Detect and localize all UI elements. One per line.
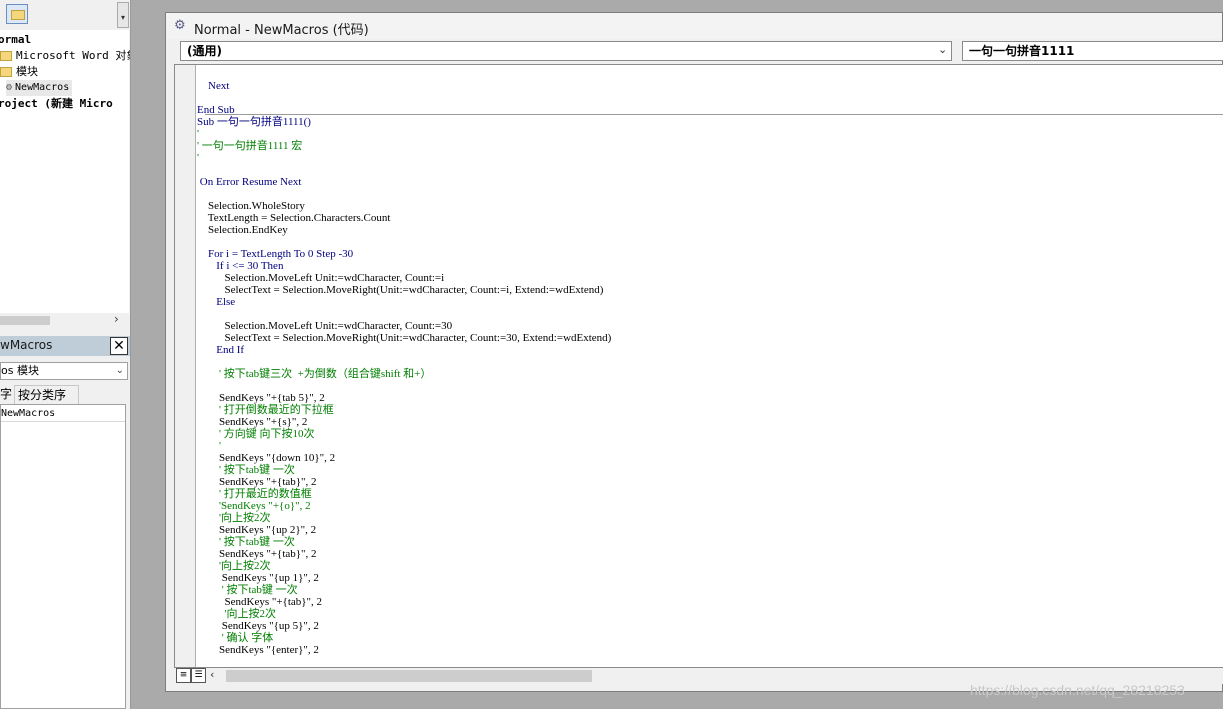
code-line[interactable]: ' [197,128,199,140]
code-line[interactable]: TextLength = Selection.Characters.Count [197,212,391,224]
folder-open-icon [0,67,12,77]
chevron-down-icon: ⌄ [115,365,124,376]
code-line[interactable]: SelectText = Selection.MoveRight(Unit:=w… [197,284,604,296]
code-line[interactable]: ' 方向键 向下按10次 [197,428,314,440]
code-margin-indicator-bar[interactable] [175,65,196,667]
code-line[interactable]: End If [197,344,244,356]
tree-item-modules[interactable]: 模块 [0,64,38,80]
tree-item-label: roject (新建 Micro [0,97,113,110]
code-line[interactable]: SendKeys "{up 1}", 2 [197,572,319,584]
code-line[interactable]: SendKeys "{up 2}", 2 [197,524,316,536]
close-icon: ✕ [113,338,125,354]
property-value: NewMacros [1,408,56,419]
explorer-horizontal-scrollbar[interactable]: › [0,312,129,327]
code-line[interactable]: ' 按下tab键 一次 [197,584,298,596]
code-line[interactable]: SelectText = Selection.MoveRight(Unit:=w… [197,332,612,344]
toggle-folders-button[interactable] [6,4,28,24]
object-select-value: (通用) [187,44,222,58]
code-line[interactable]: SendKeys "{enter}", 2 [197,644,319,656]
code-line[interactable]: ' 打开最近的数值框 [197,488,312,500]
full-module-view-button[interactable]: ☰ [191,668,206,683]
folder-icon [11,10,25,20]
code-line[interactable]: 'SendKeys "+{o}", 2 [197,500,311,512]
tree-item-project[interactable]: roject (新建 Micro [0,96,113,112]
tree-item-label: 模块 [16,65,38,78]
code-line[interactable]: '向上按2次 [197,560,270,572]
code-line[interactable]: ' 按下tab键 一次 [197,536,295,548]
code-line[interactable]: If i <= 30 Then [197,260,283,272]
code-line[interactable]: SendKeys "+{tab}", 2 [197,476,317,488]
object-select[interactable]: (通用) [180,41,952,61]
full-module-view-icon: ☰ [194,670,203,680]
code-line[interactable]: Else [197,296,235,308]
code-window-title: Normal - NewMacros (代码) [194,23,369,38]
code-window: ⚙ Normal - NewMacros (代码) (通用) ⌄ 一句一句拼音1… [165,12,1223,692]
tree-item-label: ormal [0,33,32,46]
chevron-left-icon[interactable]: ‹ [210,668,214,681]
code-line[interactable]: ' 按下tab键 一次 [197,464,295,476]
tree-item-label: NewMacros [15,82,70,93]
tree-item-word-objects[interactable]: Microsoft Word 对象 [0,48,131,64]
code-line[interactable]: On Error Resume Next [197,176,302,188]
watermark-text: https://blog.csdn.net/qq_28218253 [970,682,1185,698]
properties-object-select[interactable]: os 模块 ⌄ [0,362,128,380]
code-line[interactable]: ' 确认 字体 [197,632,273,644]
tab-label: 按分类序 [18,388,67,402]
code-line[interactable]: Next [197,80,229,92]
chevron-down-icon[interactable]: ⌄ [938,43,947,56]
code-line[interactable]: SendKeys "+{tab}", 2 [197,548,317,560]
close-button[interactable]: ✕ [110,337,128,355]
tab-categorized[interactable]: 按分类序 [14,385,79,404]
code-line[interactable]: '向上按2次 [197,608,276,620]
tree-item-normal[interactable]: ormal [0,32,31,48]
scrollbar-thumb[interactable] [0,316,50,325]
properties-titlebar: wMacros ✕ [0,336,130,356]
code-window-titlebar[interactable]: ⚙ Normal - NewMacros (代码) [166,13,1222,39]
tab-alphabetic[interactable]: 字 [0,385,12,403]
code-line[interactable]: ' [197,152,199,164]
procedure-select[interactable]: 一句一句拼音1111 [962,41,1223,61]
code-line[interactable]: Sub 一句一句拼音1111() [197,116,311,128]
code-line[interactable]: ' [197,440,221,452]
code-line[interactable]: ' 一句一句拼音1111 宏 [197,140,302,152]
code-line[interactable]: SendKeys "{up 5}", 2 [197,620,319,632]
tree-item-newmacros[interactable]: ⚙ NewMacros [6,80,73,96]
code-line[interactable]: ' 按下tab键三次 +为倒数（组合键shift 和+） [197,368,431,380]
code-line[interactable]: Selection.WholeStory [197,200,305,212]
project-explorer-tree: ormal Microsoft Word 对象 模块 ⚙ NewMacros ro… [0,30,131,313]
procedure-select-value: 一句一句拼音1111 [969,44,1075,58]
tab-label: 字 [0,387,13,401]
properties-title: wMacros [0,338,53,352]
left-panel: ▾ ormal Microsoft Word 对象 模块 ⚙ NewMacros … [0,0,131,709]
properties-object-value: os 模块 [1,364,39,377]
toolbar-scroll-button[interactable]: ▾ [117,2,129,28]
code-editor[interactable]: Next End Sub Sub 一句一句拼音1111() ' ' 一句一句拼音1111… [174,64,1223,668]
code-line[interactable]: ' 打开倒数最近的下拉框 [197,404,334,416]
code-line[interactable]: SendKeys "+{s}", 2 [197,416,307,428]
code-line[interactable]: SendKeys "+{tab 5}", 2 [197,392,325,404]
tree-item-label: Microsoft Word 对象 [16,49,131,62]
procedure-view-icon: ≡ [179,670,188,680]
procedure-separator [205,114,1223,115]
folder-icon [0,51,12,61]
properties-grid: NewMacros [0,404,126,709]
property-row[interactable]: NewMacros [1,407,125,422]
project-explorer-toolbar: ▾ [0,0,130,30]
code-line[interactable]: Selection.EndKey [197,224,288,236]
code-line[interactable]: Selection.MoveLeft Unit:=wdCharacter, Co… [197,320,453,332]
module-icon: ⚙ [174,18,186,33]
horizontal-scrollbar-thumb[interactable] [226,670,592,682]
code-line[interactable]: SendKeys "{down 10}", 2 [197,452,335,464]
procedure-view-button[interactable]: ≡ [176,668,191,683]
module-icon: ⚙ [6,82,13,93]
code-line[interactable]: '向上按2次 [197,512,270,524]
chevron-right-icon[interactable]: › [114,312,119,326]
code-line[interactable]: SendKeys "+{tab}", 2 [197,596,323,608]
code-line[interactable]: For i = TextLength To 0 Step -30 [197,248,353,260]
code-line[interactable]: Selection.MoveLeft Unit:=wdCharacter, Co… [197,272,445,284]
